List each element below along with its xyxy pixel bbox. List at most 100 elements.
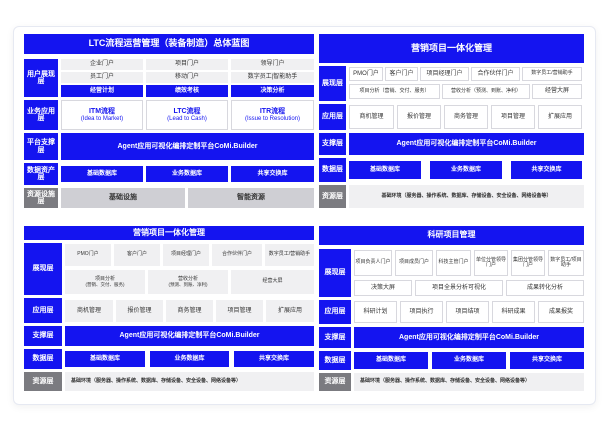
research-title: 科研项目管理 bbox=[319, 226, 584, 245]
app-commerce[interactable]: 商务管理 bbox=[166, 300, 213, 322]
db-business[interactable]: 业务数据库 bbox=[150, 351, 229, 367]
operation-dashboard[interactable]: 经营大屏 bbox=[532, 84, 582, 99]
layer-label-support: 支撑层 bbox=[319, 327, 351, 348]
portal-partner[interactable]: 合作伙伴门户 bbox=[471, 67, 520, 81]
portal-pmo[interactable]: PMO门户 bbox=[65, 244, 111, 266]
user-decision-analysis[interactable]: 决策分析 bbox=[231, 85, 314, 97]
app-opportunity[interactable]: 商机管理 bbox=[65, 300, 113, 322]
app-project-closure[interactable]: 项目结项 bbox=[446, 301, 489, 323]
layer-label-resource: 资源层 bbox=[319, 373, 351, 391]
app-project-execution[interactable]: 项目执行 bbox=[400, 301, 443, 323]
portal-mobile[interactable]: 移动门户 bbox=[146, 72, 228, 83]
marketing-bottom-title: 营销项目一体化管理 bbox=[24, 226, 314, 240]
portal-marketing-assistant[interactable]: 数字员工/营销助手 bbox=[522, 67, 582, 81]
portal-group-leader[interactable]: 集团分管领导门户 bbox=[511, 250, 545, 276]
db-basic[interactable]: 基础数据库 bbox=[349, 161, 421, 179]
db-business[interactable]: 业务数据库 bbox=[146, 166, 228, 182]
db-shared-exchange[interactable]: 共享交换库 bbox=[511, 161, 582, 179]
portal-marketing-assistant[interactable]: 数字员工/营销助手 bbox=[265, 244, 314, 266]
achievement-transfer-analysis[interactable]: 成果转化分析 bbox=[506, 280, 584, 296]
support-comi-builder[interactable]: Agent应用可视化编排定制平台CoMi.Builder bbox=[354, 327, 584, 348]
app-quotation[interactable]: 报价管理 bbox=[116, 300, 163, 322]
portal-project-leader[interactable]: 项目负责人门户 bbox=[354, 250, 392, 276]
portal-leader[interactable]: 领导门户 bbox=[231, 59, 314, 70]
decision-dashboard[interactable]: 决策大屏 bbox=[354, 280, 412, 296]
itm-process[interactable]: ITM流程 (Idea to Market) bbox=[61, 100, 143, 130]
portal-project-assistant[interactable]: 数字员工/项目助手 bbox=[548, 250, 584, 276]
portal-pm[interactable]: 项目经理门户 bbox=[420, 67, 469, 81]
platform-comi-builder[interactable]: Agent应用可视化编排定制平台CoMi.Builder bbox=[61, 133, 314, 160]
layer-label-data: 数据资产层 bbox=[24, 163, 58, 185]
app-research-plan[interactable]: 科研计划 bbox=[354, 301, 397, 323]
db-basic[interactable]: 基础数据库 bbox=[61, 166, 143, 182]
app-commerce[interactable]: 商务管理 bbox=[444, 105, 488, 129]
layer-label-app: 应用层 bbox=[319, 104, 346, 130]
support-comi-builder[interactable]: Agent应用可视化编排定制平台CoMi.Builder bbox=[349, 133, 584, 155]
project-panorama-analysis[interactable]: 项目全景分析可视化 bbox=[415, 280, 503, 296]
itr-process[interactable]: ITR流程 (Issue to Resolution) bbox=[231, 100, 314, 130]
db-business[interactable]: 业务数据库 bbox=[430, 161, 502, 179]
app-extension[interactable]: 扩展应用 bbox=[266, 300, 314, 322]
project-analysis[interactable]: 项目分析（营销、交付、服务） bbox=[349, 84, 440, 99]
db-basic[interactable]: 基础数据库 bbox=[65, 351, 145, 367]
ltc-process-sub: (Lead to Cash) bbox=[167, 116, 207, 123]
ltc-title: LTC流程运营管理（装备制造）总体蓝图 bbox=[24, 34, 314, 54]
layer-label-resource: 资源层 bbox=[319, 185, 346, 208]
portal-employee[interactable]: 员工门户 bbox=[61, 72, 143, 83]
user-operation-plan[interactable]: 经营计划 bbox=[61, 85, 143, 97]
db-shared-exchange[interactable]: 共享交换库 bbox=[231, 166, 314, 182]
itm-process-name: ITM流程 bbox=[88, 107, 116, 115]
app-achievement-award[interactable]: 成果报奖 bbox=[538, 301, 584, 323]
db-basic[interactable]: 基础数据库 bbox=[354, 352, 428, 369]
portal-enterprise[interactable]: 企业门户 bbox=[61, 59, 143, 70]
resource-environment[interactable]: 基础环境（服务器、操作系统、数据库、存储设备、安全设备、网络设备等） bbox=[65, 372, 314, 391]
layer-label-data: 数据层 bbox=[24, 349, 62, 369]
portal-project[interactable]: 项目门户 bbox=[146, 59, 228, 70]
revenue-analysis[interactable]: 营收分析（预测、到账、净利） bbox=[442, 84, 530, 99]
db-business[interactable]: 业务数据库 bbox=[432, 352, 506, 369]
app-quotation[interactable]: 报价管理 bbox=[397, 105, 441, 129]
portal-unit-leader[interactable]: 单位分管领导门户 bbox=[474, 250, 508, 276]
resource-environment[interactable]: 基础环境（服务器、操作系统、数据库、存储设备、安全设备、网络设备等） bbox=[354, 373, 584, 391]
marketing-top-title: 营销项目一体化管理 bbox=[319, 34, 584, 63]
itm-process-sub: (Idea to Market) bbox=[80, 116, 124, 123]
app-research-achievement[interactable]: 科研成果 bbox=[492, 301, 535, 323]
app-project[interactable]: 项目管理 bbox=[491, 105, 535, 129]
app-extension[interactable]: 扩展应用 bbox=[538, 105, 582, 129]
layer-label-app: 应用层 bbox=[24, 298, 62, 323]
revenue-analysis-name: 营收分析 bbox=[177, 275, 198, 282]
ltc-process[interactable]: LTC流程 (Lead to Cash) bbox=[146, 100, 228, 130]
app-opportunity[interactable]: 商机管理 bbox=[349, 105, 394, 129]
resource-intelligent[interactable]: 智能资源 bbox=[188, 188, 314, 208]
portal-project-member[interactable]: 项目成员门户 bbox=[395, 250, 433, 276]
app-project[interactable]: 项目管理 bbox=[216, 300, 263, 322]
portal-pmo[interactable]: PMO门户 bbox=[349, 67, 383, 81]
layer-label-support: 支撑层 bbox=[24, 326, 62, 346]
portal-pm[interactable]: 项目经理门户 bbox=[163, 244, 209, 266]
layer-label-app: 应用层 bbox=[319, 300, 351, 324]
operation-dashboard[interactable]: 经营大屏 bbox=[231, 270, 314, 294]
portal-partner[interactable]: 合作伙伴门户 bbox=[212, 244, 262, 266]
user-performance[interactable]: 绩效考核 bbox=[146, 85, 228, 97]
db-shared-exchange[interactable]: 共享交换库 bbox=[234, 351, 314, 367]
layer-label-user: 用户展现层 bbox=[24, 59, 58, 97]
portal-customer[interactable]: 客户门户 bbox=[114, 244, 160, 266]
project-analysis[interactable]: 项目分析 (营销、交付、服务) bbox=[65, 270, 145, 294]
portal-tech-supervisor[interactable]: 科技主管门户 bbox=[436, 250, 471, 276]
layer-label-support: 支撑层 bbox=[319, 133, 346, 155]
portal-digital-assistant[interactable]: 数字员工|智能助手 bbox=[231, 72, 314, 83]
itr-process-name: ITR流程 bbox=[259, 107, 286, 115]
itr-process-sub: (Issue to Resolution) bbox=[244, 116, 301, 123]
layer-label-show: 展现层 bbox=[24, 243, 62, 295]
resource-infrastructure[interactable]: 基础设施 bbox=[61, 188, 185, 208]
revenue-analysis[interactable]: 营收分析 (预测、到账、净利) bbox=[148, 270, 228, 294]
layer-label-show: 展现层 bbox=[319, 249, 351, 297]
support-comi-builder[interactable]: Agent应用可视化编排定制平台CoMi.Builder bbox=[65, 326, 314, 346]
layer-label-data: 数据层 bbox=[319, 158, 346, 182]
revenue-analysis-sub: (预测、到账、净利) bbox=[168, 281, 208, 287]
layer-label-data: 数据层 bbox=[319, 351, 351, 370]
ltc-process-name: LTC流程 bbox=[173, 107, 201, 115]
db-shared-exchange[interactable]: 共享交换库 bbox=[510, 352, 584, 369]
resource-environment[interactable]: 基础环境（服务器、操作系统、数据库、存储设备、安全设备、网络设备等） bbox=[349, 185, 584, 208]
portal-customer[interactable]: 客户门户 bbox=[385, 67, 418, 81]
